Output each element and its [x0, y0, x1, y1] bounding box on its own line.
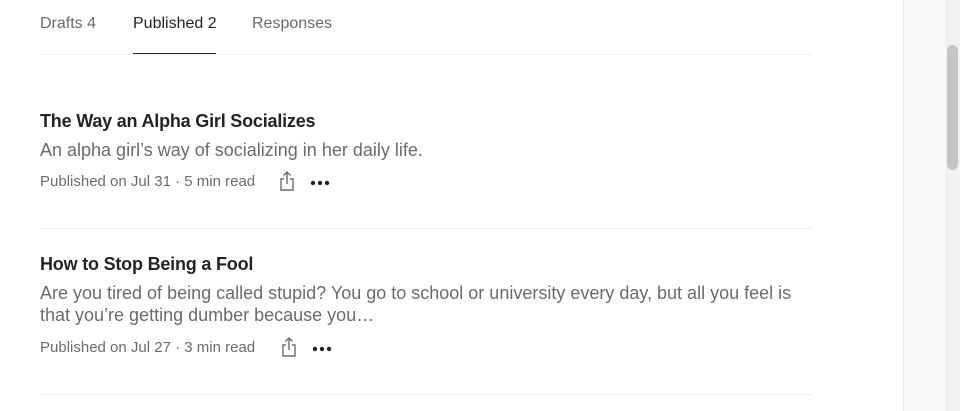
share-icon[interactable]: [278, 336, 300, 358]
story-title[interactable]: How to Stop Being a Fool: [40, 254, 812, 275]
tab-published[interactable]: Published 2: [133, 15, 217, 33]
more-options-icon[interactable]: [311, 344, 333, 354]
story-item: The Way an Alpha Girl Socializes An alph…: [40, 111, 812, 221]
story-title[interactable]: The Way an Alpha Girl Socializes: [40, 111, 812, 132]
share-icon[interactable]: [276, 170, 298, 192]
story-meta: Published on Jul 31 · 5 min read: [40, 173, 256, 190]
story-item: How to Stop Being a Fool Are you tired o…: [40, 254, 812, 384]
story-meta: Published on Jul 27 · 3 min read: [40, 339, 256, 356]
more-options-icon[interactable]: [309, 178, 331, 188]
story-description[interactable]: An alpha girl’s way of socializing in he…: [40, 139, 800, 161]
tab-responses[interactable]: Responses: [252, 15, 332, 33]
scrollbar-thumb[interactable]: [947, 45, 958, 170]
stories-page: Drafts 4 Published 2 Responses The Way a…: [0, 0, 903, 411]
tab-drafts[interactable]: Drafts 4: [40, 15, 96, 33]
story-description[interactable]: Are you tired of being called stupid? Yo…: [40, 282, 800, 326]
divider: [40, 394, 812, 395]
stories-tabs: Drafts 4 Published 2 Responses: [40, 0, 812, 55]
active-tab-indicator: [133, 53, 216, 54]
divider: [40, 228, 812, 229]
